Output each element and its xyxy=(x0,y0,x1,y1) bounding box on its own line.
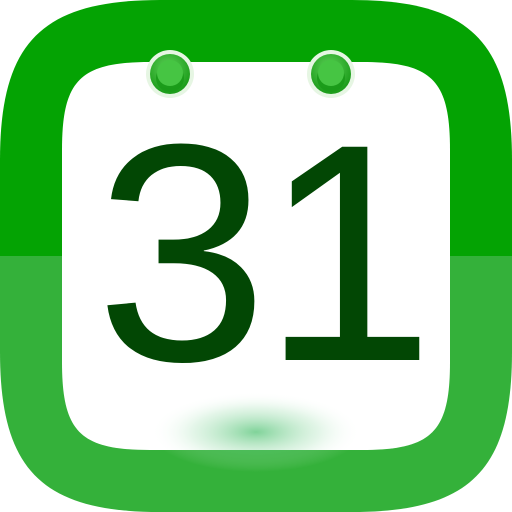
calendar-app-icon[interactable]: 31 xyxy=(0,0,512,512)
calendar-icon: 31 xyxy=(0,0,512,512)
day-number: 31 xyxy=(96,79,429,426)
